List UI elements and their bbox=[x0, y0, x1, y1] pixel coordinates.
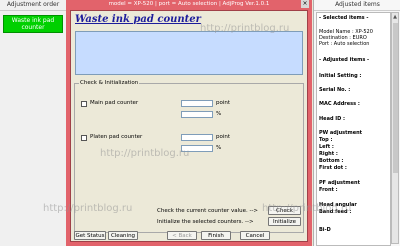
check-instruction: Check the current counter value. --> bbox=[157, 208, 259, 214]
page-heading: Waste ink pad counter bbox=[75, 14, 201, 25]
list-item: - Adjusted items - bbox=[319, 57, 370, 63]
initialize-button[interactable]: Initialize bbox=[268, 217, 301, 226]
adjprog-window: model = XP-520 | port = Auto selection |… bbox=[66, 0, 312, 246]
initialize-instruction: Initialize the selected counters. --> bbox=[157, 219, 254, 225]
main-pad-point-field bbox=[181, 100, 213, 107]
main-pad-point-unit: point bbox=[216, 100, 231, 106]
group-title: Check & Initialization bbox=[79, 80, 140, 86]
scroll-up-icon[interactable]: ▲ bbox=[392, 13, 398, 21]
list-item: MAC Address : bbox=[319, 101, 360, 107]
list-item: First dot : bbox=[319, 165, 347, 171]
adjustment-order-title: Adjustment order bbox=[0, 0, 66, 11]
list-item: Left : bbox=[319, 144, 334, 150]
platen-pad-point-field bbox=[181, 134, 213, 141]
list-item: Serial No. : bbox=[319, 87, 351, 93]
list-item: Right : bbox=[319, 151, 338, 157]
platen-pad-percent-field bbox=[181, 145, 213, 152]
platen-pad-label: Platen pad counter bbox=[90, 134, 143, 140]
list-item: Bottom : bbox=[319, 158, 344, 164]
adjusted-items-title: Adjusted items bbox=[314, 0, 400, 11]
list-item: Front : bbox=[319, 187, 338, 193]
adjusted-items-panel: Adjusted items - Selected items - Model … bbox=[313, 0, 400, 246]
platen-pad-checkbox[interactable] bbox=[81, 135, 87, 141]
list-item: Initial Setting : bbox=[319, 73, 362, 79]
window-client-area: Waste ink pad counter Check & Initializa… bbox=[70, 10, 308, 242]
cleaning-button[interactable]: Cleaning bbox=[108, 231, 138, 240]
window-title: model = XP-520 | port = Auto selection |… bbox=[108, 1, 270, 7]
cancel-button[interactable]: Cancel bbox=[240, 231, 270, 240]
description-box bbox=[75, 31, 303, 75]
list-item: Head ID : bbox=[319, 116, 346, 122]
platen-pad-percent-unit: % bbox=[216, 145, 222, 151]
list-item: - Selected items - bbox=[319, 15, 369, 21]
check-button[interactable]: Check bbox=[268, 206, 301, 215]
adjustment-order-panel: Adjustment order Waste ink pad counter bbox=[0, 0, 67, 246]
main-pad-percent-field bbox=[181, 111, 213, 118]
list-item: Head angular bbox=[319, 202, 357, 208]
close-icon[interactable]: × bbox=[301, 0, 309, 8]
list-item: PW adjustment bbox=[319, 130, 363, 136]
finish-button[interactable]: Finish bbox=[201, 231, 231, 240]
list-item: Port : Auto selection bbox=[319, 41, 370, 47]
adjusted-items-scrollbar[interactable]: ▲ bbox=[391, 12, 399, 244]
list-item: PF adjustment bbox=[319, 180, 360, 186]
adjusted-items-list: - Selected items - Model Name : XP-520 D… bbox=[316, 12, 391, 246]
main-pad-checkbox[interactable] bbox=[81, 101, 87, 107]
check-init-group: Check & Initialization Main pad counter … bbox=[74, 80, 304, 233]
list-item: Band feed : bbox=[319, 209, 352, 215]
list-item: Bi-D bbox=[319, 227, 331, 233]
platen-pad-point-unit: point bbox=[216, 134, 231, 140]
main-pad-label: Main pad counter bbox=[90, 100, 139, 106]
main-pad-percent-unit: % bbox=[216, 111, 222, 117]
scrollbar-thumb[interactable] bbox=[393, 23, 398, 173]
adjustment-order-item-waste-ink[interactable]: Waste ink pad counter bbox=[3, 15, 63, 33]
list-item: Top : bbox=[319, 137, 333, 143]
back-button[interactable]: < Back bbox=[167, 231, 197, 240]
get-status-button[interactable]: Get Status bbox=[74, 231, 106, 240]
